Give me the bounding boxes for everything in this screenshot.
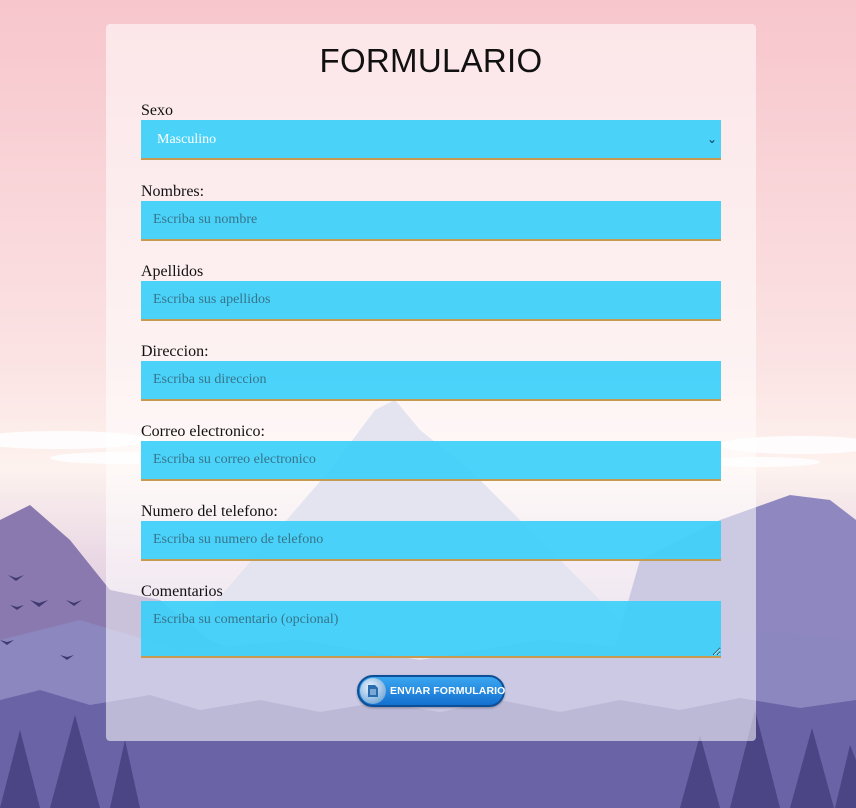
field-comentarios: Comentarios: [141, 583, 721, 658]
submit-label: ENVIAR FORMULARIO: [390, 685, 506, 697]
nombres-label: Nombres:: [141, 183, 205, 200]
apellidos-input[interactable]: [141, 281, 721, 321]
comentarios-textarea[interactable]: [141, 601, 721, 658]
field-telefono: Numero del telefono:: [141, 503, 721, 561]
submit-button[interactable]: ENVIAR FORMULARIO: [357, 675, 505, 707]
apellidos-label: Apellidos: [141, 263, 204, 280]
document-icon: [360, 678, 386, 704]
correo-input[interactable]: [141, 441, 721, 481]
telefono-label: Numero del telefono:: [141, 503, 278, 520]
direccion-label: Direccion:: [141, 343, 209, 360]
correo-label: Correo electronico:: [141, 423, 265, 440]
field-nombres: Nombres:: [141, 183, 721, 241]
comentarios-label: Comentarios: [141, 583, 223, 600]
nombres-input[interactable]: [141, 201, 721, 241]
direccion-input[interactable]: [141, 361, 721, 401]
form-title: FORMULARIO: [319, 42, 543, 79]
telefono-input[interactable]: [141, 521, 721, 561]
field-direccion: Direccion:: [141, 343, 721, 401]
field-correo: Correo electronico:: [141, 423, 721, 481]
sexo-select[interactable]: Masculino: [141, 120, 721, 160]
form-card: FORMULARIO Sexo Masculino ⌄ Nombres: Ape…: [106, 24, 756, 741]
sexo-label: Sexo: [141, 102, 173, 119]
field-apellidos: Apellidos: [141, 263, 721, 321]
field-sexo: Sexo Masculino ⌄: [141, 102, 721, 160]
